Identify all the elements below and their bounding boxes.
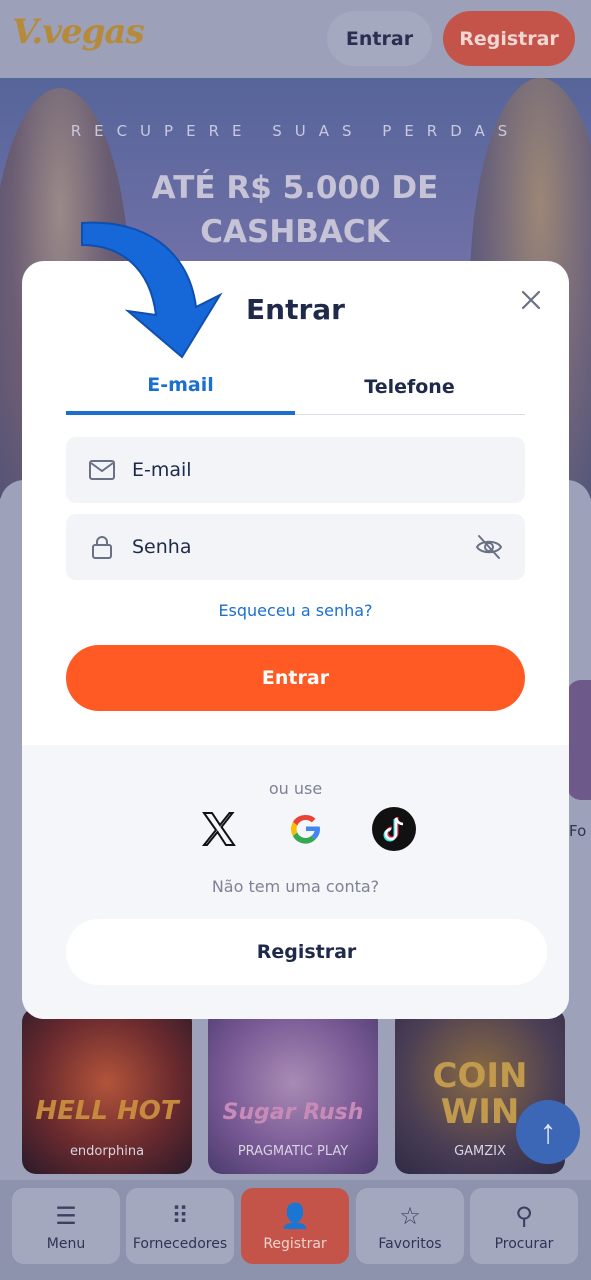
password-field[interactable]: Senha [66, 514, 525, 580]
x-login-button[interactable] [194, 805, 242, 853]
close-icon [521, 290, 541, 310]
x-icon [201, 812, 236, 846]
google-icon [291, 814, 320, 844]
login-modal: Entrar E-mail Telefone E-mail Senha Esqu… [22, 261, 569, 1019]
lock-icon [92, 536, 112, 559]
login-tabs: E-mail Telefone [66, 359, 525, 415]
tab-phone[interactable]: Telefone [295, 359, 524, 415]
login-submit-button[interactable]: Entrar [66, 645, 525, 711]
no-account-label: Não tem uma conta? [211, 877, 380, 896]
forgot-password-link[interactable]: Esqueceu a senha? [22, 601, 569, 620]
register-button[interactable]: Registrar [66, 919, 547, 985]
email-field[interactable]: E-mail [66, 437, 525, 503]
tab-email[interactable]: E-mail [66, 359, 295, 415]
tiktok-login-button[interactable] [370, 805, 418, 853]
eye-off-icon[interactable] [474, 532, 504, 562]
password-placeholder: Senha [132, 536, 192, 558]
social-login-section: ou use Não tem uma conta? Registrar [22, 745, 569, 1019]
pointer-arrow-icon [81, 221, 223, 359]
or-use-label: ou use [268, 779, 323, 798]
google-login-button[interactable] [282, 805, 330, 853]
email-placeholder: E-mail [132, 459, 192, 481]
close-button[interactable] [516, 285, 546, 315]
tiktok-icon [372, 807, 416, 851]
mail-icon [89, 460, 115, 480]
